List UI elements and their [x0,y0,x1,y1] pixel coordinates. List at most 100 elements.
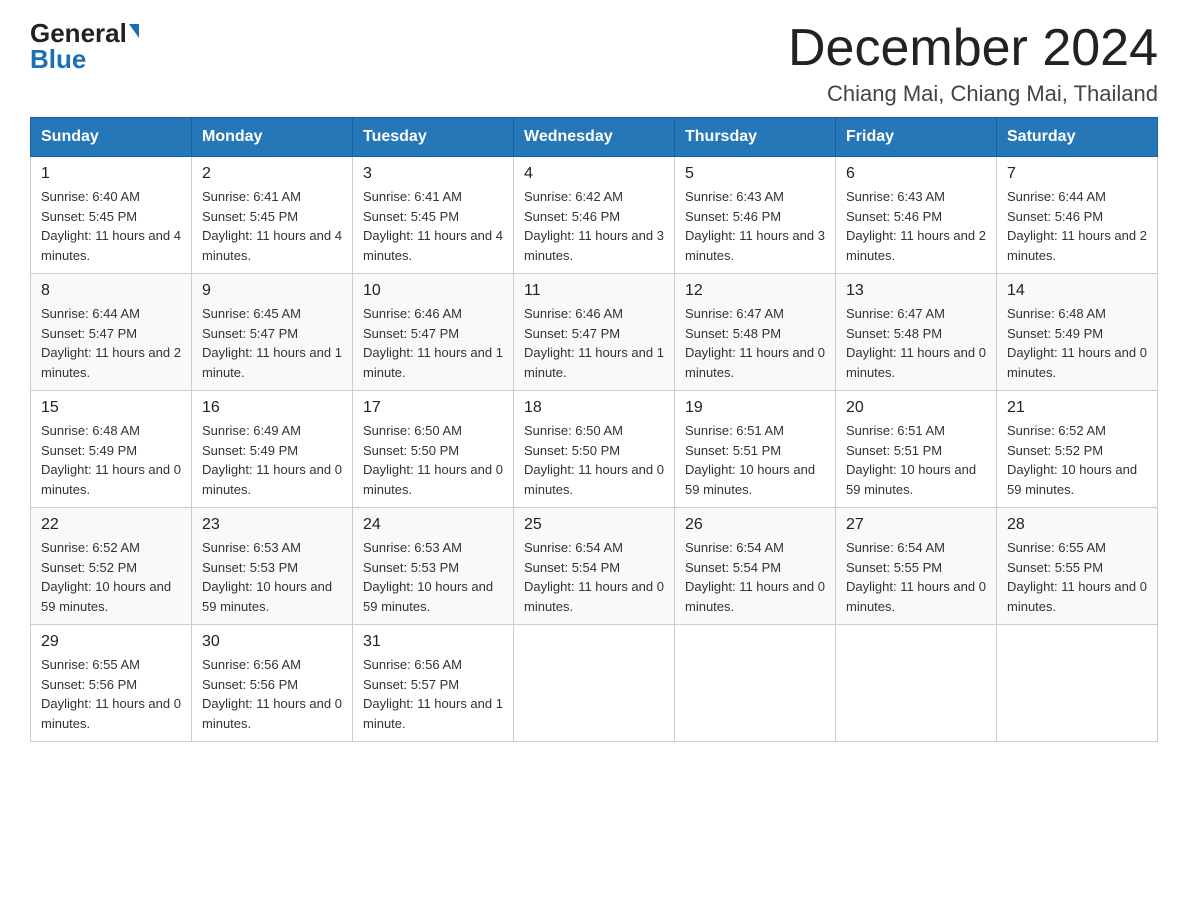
day-info: Sunrise: 6:55 AM Sunset: 5:55 PM Dayligh… [1007,538,1147,616]
day-number: 4 [524,165,664,183]
day-cell: 12 Sunrise: 6:47 AM Sunset: 5:48 PM Dayl… [675,274,836,391]
day-number: 7 [1007,165,1147,183]
day-number: 30 [202,633,342,651]
day-info: Sunrise: 6:53 AM Sunset: 5:53 PM Dayligh… [363,538,503,616]
day-number: 20 [846,399,986,417]
header-tuesday: Tuesday [353,118,514,157]
day-cell: 10 Sunrise: 6:46 AM Sunset: 5:47 PM Dayl… [353,274,514,391]
day-number: 25 [524,516,664,534]
logo: General Blue [30,20,139,72]
day-info: Sunrise: 6:48 AM Sunset: 5:49 PM Dayligh… [41,421,181,499]
day-cell: 6 Sunrise: 6:43 AM Sunset: 5:46 PM Dayli… [836,157,997,274]
day-cell: 21 Sunrise: 6:52 AM Sunset: 5:52 PM Dayl… [997,391,1158,508]
day-info: Sunrise: 6:54 AM Sunset: 5:55 PM Dayligh… [846,538,986,616]
day-info: Sunrise: 6:43 AM Sunset: 5:46 PM Dayligh… [846,187,986,265]
day-cell: 27 Sunrise: 6:54 AM Sunset: 5:55 PM Dayl… [836,508,997,625]
day-info: Sunrise: 6:50 AM Sunset: 5:50 PM Dayligh… [363,421,503,499]
day-info: Sunrise: 6:53 AM Sunset: 5:53 PM Dayligh… [202,538,342,616]
day-info: Sunrise: 6:49 AM Sunset: 5:49 PM Dayligh… [202,421,342,499]
day-number: 18 [524,399,664,417]
day-number: 15 [41,399,181,417]
day-info: Sunrise: 6:41 AM Sunset: 5:45 PM Dayligh… [363,187,503,265]
day-number: 10 [363,282,503,300]
day-cell: 14 Sunrise: 6:48 AM Sunset: 5:49 PM Dayl… [997,274,1158,391]
day-info: Sunrise: 6:42 AM Sunset: 5:46 PM Dayligh… [524,187,664,265]
day-cell: 8 Sunrise: 6:44 AM Sunset: 5:47 PM Dayli… [31,274,192,391]
day-number: 26 [685,516,825,534]
week-row-4: 22 Sunrise: 6:52 AM Sunset: 5:52 PM Dayl… [31,508,1158,625]
day-info: Sunrise: 6:56 AM Sunset: 5:57 PM Dayligh… [363,655,503,733]
day-info: Sunrise: 6:43 AM Sunset: 5:46 PM Dayligh… [685,187,825,265]
page-header: General Blue December 2024 Chiang Mai, C… [30,20,1158,107]
week-row-5: 29 Sunrise: 6:55 AM Sunset: 5:56 PM Dayl… [31,625,1158,742]
day-cell: 13 Sunrise: 6:47 AM Sunset: 5:48 PM Dayl… [836,274,997,391]
day-cell: 18 Sunrise: 6:50 AM Sunset: 5:50 PM Dayl… [514,391,675,508]
header-sunday: Sunday [31,118,192,157]
logo-blue: Blue [30,46,86,72]
day-number: 3 [363,165,503,183]
day-number: 24 [363,516,503,534]
day-info: Sunrise: 6:56 AM Sunset: 5:56 PM Dayligh… [202,655,342,733]
day-info: Sunrise: 6:45 AM Sunset: 5:47 PM Dayligh… [202,304,342,382]
day-cell: 30 Sunrise: 6:56 AM Sunset: 5:56 PM Dayl… [192,625,353,742]
day-info: Sunrise: 6:54 AM Sunset: 5:54 PM Dayligh… [524,538,664,616]
day-number: 19 [685,399,825,417]
header-friday: Friday [836,118,997,157]
day-info: Sunrise: 6:46 AM Sunset: 5:47 PM Dayligh… [363,304,503,382]
day-number: 13 [846,282,986,300]
day-info: Sunrise: 6:47 AM Sunset: 5:48 PM Dayligh… [685,304,825,382]
day-cell: 15 Sunrise: 6:48 AM Sunset: 5:49 PM Dayl… [31,391,192,508]
day-number: 17 [363,399,503,417]
day-number: 31 [363,633,503,651]
day-number: 2 [202,165,342,183]
day-cell: 31 Sunrise: 6:56 AM Sunset: 5:57 PM Dayl… [353,625,514,742]
days-header-row: SundayMondayTuesdayWednesdayThursdayFrid… [31,118,1158,157]
day-cell: 7 Sunrise: 6:44 AM Sunset: 5:46 PM Dayli… [997,157,1158,274]
day-cell: 20 Sunrise: 6:51 AM Sunset: 5:51 PM Dayl… [836,391,997,508]
day-number: 6 [846,165,986,183]
week-row-2: 8 Sunrise: 6:44 AM Sunset: 5:47 PM Dayli… [31,274,1158,391]
day-cell [514,625,675,742]
day-info: Sunrise: 6:44 AM Sunset: 5:47 PM Dayligh… [41,304,181,382]
logo-triangle-icon [129,24,139,38]
day-info: Sunrise: 6:52 AM Sunset: 5:52 PM Dayligh… [1007,421,1147,499]
day-info: Sunrise: 6:46 AM Sunset: 5:47 PM Dayligh… [524,304,664,382]
day-number: 29 [41,633,181,651]
day-number: 22 [41,516,181,534]
day-number: 12 [685,282,825,300]
title-block: December 2024 Chiang Mai, Chiang Mai, Th… [788,20,1158,107]
day-number: 27 [846,516,986,534]
day-cell: 22 Sunrise: 6:52 AM Sunset: 5:52 PM Dayl… [31,508,192,625]
day-number: 8 [41,282,181,300]
day-info: Sunrise: 6:40 AM Sunset: 5:45 PM Dayligh… [41,187,181,265]
day-cell: 16 Sunrise: 6:49 AM Sunset: 5:49 PM Dayl… [192,391,353,508]
day-number: 14 [1007,282,1147,300]
day-number: 23 [202,516,342,534]
day-info: Sunrise: 6:48 AM Sunset: 5:49 PM Dayligh… [1007,304,1147,382]
day-cell [836,625,997,742]
week-row-3: 15 Sunrise: 6:48 AM Sunset: 5:49 PM Dayl… [31,391,1158,508]
day-info: Sunrise: 6:51 AM Sunset: 5:51 PM Dayligh… [846,421,986,499]
day-info: Sunrise: 6:55 AM Sunset: 5:56 PM Dayligh… [41,655,181,733]
day-info: Sunrise: 6:44 AM Sunset: 5:46 PM Dayligh… [1007,187,1147,265]
day-cell: 23 Sunrise: 6:53 AM Sunset: 5:53 PM Dayl… [192,508,353,625]
day-cell: 11 Sunrise: 6:46 AM Sunset: 5:47 PM Dayl… [514,274,675,391]
week-row-1: 1 Sunrise: 6:40 AM Sunset: 5:45 PM Dayli… [31,157,1158,274]
day-cell: 28 Sunrise: 6:55 AM Sunset: 5:55 PM Dayl… [997,508,1158,625]
header-thursday: Thursday [675,118,836,157]
day-cell: 1 Sunrise: 6:40 AM Sunset: 5:45 PM Dayli… [31,157,192,274]
logo-general: General [30,20,127,46]
day-cell: 19 Sunrise: 6:51 AM Sunset: 5:51 PM Dayl… [675,391,836,508]
day-info: Sunrise: 6:52 AM Sunset: 5:52 PM Dayligh… [41,538,181,616]
day-info: Sunrise: 6:50 AM Sunset: 5:50 PM Dayligh… [524,421,664,499]
day-cell: 9 Sunrise: 6:45 AM Sunset: 5:47 PM Dayli… [192,274,353,391]
day-cell: 24 Sunrise: 6:53 AM Sunset: 5:53 PM Dayl… [353,508,514,625]
day-number: 9 [202,282,342,300]
header-monday: Monday [192,118,353,157]
day-cell: 5 Sunrise: 6:43 AM Sunset: 5:46 PM Dayli… [675,157,836,274]
location-title: Chiang Mai, Chiang Mai, Thailand [788,81,1158,107]
day-cell: 4 Sunrise: 6:42 AM Sunset: 5:46 PM Dayli… [514,157,675,274]
header-wednesday: Wednesday [514,118,675,157]
day-cell: 17 Sunrise: 6:50 AM Sunset: 5:50 PM Dayl… [353,391,514,508]
header-saturday: Saturday [997,118,1158,157]
